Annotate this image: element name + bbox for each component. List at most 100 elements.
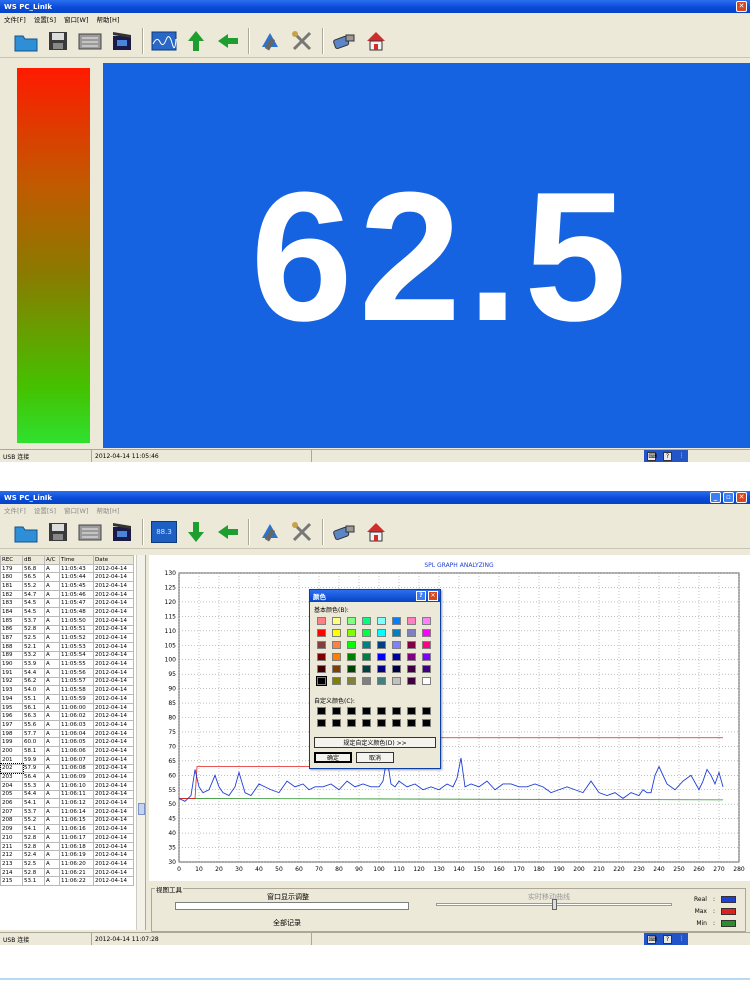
tray-expand-icon[interactable]: ⋮ — [679, 935, 685, 944]
table-row[interactable]: 192 56.2 A 11:05:57 2012-04-14 — [0, 676, 134, 687]
table-row[interactable]: 206 54.1 A 11:06:12 2012-04-14 — [0, 798, 134, 808]
basic-color-swatch[interactable] — [332, 629, 341, 637]
back-button[interactable] — [212, 517, 244, 547]
basic-color-swatch[interactable] — [422, 641, 431, 649]
bottom-menu-help[interactable]: 帮助[H] — [97, 505, 120, 515]
table-row[interactable]: 185 53.7 A 11:05:50 2012-04-14 — [0, 615, 134, 626]
table-row[interactable]: 213 52.5 A 11:06:20 2012-04-14 — [0, 859, 134, 869]
table-row[interactable]: 196 56.3 A 11:06:02 2012-04-14 — [0, 711, 134, 722]
basic-color-swatch[interactable] — [317, 629, 326, 637]
basic-color-swatch[interactable] — [422, 665, 431, 673]
legend-max-swatch[interactable] — [721, 908, 736, 915]
bottom-menu-window[interactable]: 窗口[W] — [64, 505, 89, 515]
ok-button[interactable]: 确定 — [314, 752, 352, 763]
home-button[interactable] — [360, 26, 392, 56]
table-row[interactable]: 205 54.4 A 11:06:11 2012-04-14 — [0, 789, 134, 800]
table-row[interactable]: 204 55.3 A 11:06:10 2012-04-14 — [0, 780, 134, 791]
tray-help-icon[interactable]: ? — [662, 452, 672, 461]
home-button[interactable] — [360, 517, 392, 547]
meter-settings-button[interactable] — [254, 517, 286, 547]
table-row[interactable]: 188 52.1 A 11:05:53 2012-04-14 — [0, 641, 134, 652]
basic-color-swatch[interactable] — [377, 677, 386, 685]
basic-color-swatch[interactable] — [377, 665, 386, 673]
basic-color-swatch[interactable] — [407, 641, 416, 649]
custom-color-swatch[interactable] — [377, 707, 386, 715]
save-button[interactable] — [42, 26, 74, 56]
basic-color-swatch[interactable] — [362, 653, 371, 661]
table-row[interactable]: 187 52.5 A 11:05:52 2012-04-14 — [0, 633, 134, 643]
basic-color-swatch[interactable] — [347, 629, 356, 637]
basic-color-swatch[interactable] — [407, 653, 416, 661]
basic-color-swatch[interactable] — [407, 665, 416, 673]
basic-color-swatch[interactable] — [392, 641, 401, 649]
table-row[interactable]: 186 52.8 A 11:05:51 2012-04-14 — [0, 624, 134, 635]
table-row[interactable]: 184 54.5 A 11:05:48 2012-04-14 — [0, 607, 134, 617]
table-row[interactable]: 182 54.7 A 11:05:46 2012-04-14 — [0, 589, 134, 600]
bottom-close-button[interactable]: ✕ — [736, 492, 747, 503]
column-header-time[interactable]: Time — [59, 555, 94, 565]
custom-color-swatch[interactable] — [347, 707, 356, 715]
basic-color-swatch[interactable] — [332, 665, 341, 673]
scrollbar-thumb[interactable] — [138, 803, 145, 815]
custom-color-swatch[interactable] — [317, 707, 326, 715]
basic-color-swatch[interactable] — [392, 653, 401, 661]
table-row[interactable]: 200 58.1 A 11:06:06 2012-04-14 — [0, 746, 134, 756]
table-row[interactable]: 211 52.8 A 11:06:18 2012-04-14 — [0, 841, 134, 852]
graph-mode-button[interactable] — [148, 26, 180, 56]
custom-color-swatch[interactable] — [377, 719, 386, 727]
connect-button[interactable] — [328, 517, 360, 547]
save-button[interactable] — [42, 517, 74, 547]
table-row[interactable]: 194 55.1 A 11:05:59 2012-04-14 — [0, 694, 134, 704]
maximize-button[interactable]: ▫ — [723, 492, 734, 503]
tray-keyboard-icon[interactable]: ⌨ — [647, 935, 657, 944]
open-folder-button[interactable] — [10, 517, 42, 547]
connect-button[interactable] — [328, 26, 360, 56]
video-button[interactable] — [106, 26, 138, 56]
table-row[interactable]: 183 54.5 A 11:05:47 2012-04-14 — [0, 598, 134, 609]
table-row[interactable]: 203 56.4 A 11:06:09 2012-04-14 — [0, 772, 134, 782]
basic-color-swatch[interactable] — [332, 641, 341, 649]
table-scrollbar[interactable] — [136, 555, 145, 930]
custom-color-swatch[interactable] — [392, 707, 401, 715]
tray-help-icon[interactable]: ? — [662, 935, 672, 944]
column-header-db[interactable]: dB — [22, 555, 45, 565]
basic-color-swatch[interactable] — [422, 653, 431, 661]
basic-color-swatch[interactable] — [317, 665, 326, 673]
spl-chart[interactable]: 0 10 20 30 40 50 60 70 80 90 100 110 120 130 140 150 160… — [149, 555, 750, 881]
basic-color-swatch[interactable] — [377, 629, 386, 637]
basic-color-swatch[interactable] — [392, 629, 401, 637]
scroll-down-button[interactable] — [180, 517, 212, 547]
minimize-button[interactable]: _ — [710, 492, 721, 503]
basic-color-swatch[interactable] — [377, 617, 386, 625]
bottom-menu-settings[interactable]: 设置[S] — [34, 505, 56, 515]
top-menu-settings[interactable]: 设置[S] — [34, 14, 56, 24]
top-menu-help[interactable]: 帮助[H] — [97, 14, 120, 24]
basic-color-swatch[interactable] — [362, 617, 371, 625]
bottom-menu-file[interactable]: 文件[F] — [4, 505, 26, 515]
table-row[interactable]: 198 57.7 A 11:06:04 2012-04-14 — [0, 728, 134, 739]
basic-color-swatch[interactable] — [317, 653, 326, 661]
table-row[interactable]: 202 57.9 A 11:06:08 2012-04-14 — [0, 763, 134, 774]
basic-color-swatch[interactable] — [422, 617, 431, 625]
tray-expand-icon[interactable]: ⋮ — [679, 452, 685, 461]
basic-color-swatch[interactable] — [362, 677, 371, 685]
table-row[interactable]: 180 56.5 A 11:05:44 2012-04-14 — [0, 572, 134, 583]
table-row[interactable]: 191 54.4 A 11:05:56 2012-04-14 — [0, 667, 134, 678]
table-row[interactable]: 181 55.2 A 11:05:45 2012-04-14 — [0, 581, 134, 591]
scroll-up-button[interactable] — [180, 26, 212, 56]
cancel-button[interactable]: 取消 — [356, 752, 394, 763]
top-close-button[interactable]: ✕ — [736, 1, 747, 12]
meter-settings-button[interactable] — [254, 26, 286, 56]
open-folder-button[interactable] — [10, 26, 42, 56]
dialog-help-button[interactable]: ? — [416, 591, 426, 601]
basic-color-swatch[interactable] — [377, 653, 386, 661]
table-row[interactable]: 179 56.8 A 11:05:43 2012-04-14 — [0, 563, 134, 574]
custom-color-swatch[interactable] — [422, 707, 431, 715]
table-row[interactable]: 199 60.0 A 11:06:05 2012-04-14 — [0, 737, 134, 748]
table-row[interactable]: 190 53.9 A 11:05:55 2012-04-14 — [0, 659, 134, 669]
table-row[interactable]: 201 59.9 A 11:06:07 2012-04-14 — [0, 754, 134, 765]
table-row[interactable]: 197 55.6 A 11:06:03 2012-04-14 — [0, 720, 134, 730]
custom-color-swatch[interactable] — [332, 719, 341, 727]
video-button[interactable] — [106, 517, 138, 547]
lcd-mode-button[interactable]: 88.3 — [148, 517, 180, 547]
